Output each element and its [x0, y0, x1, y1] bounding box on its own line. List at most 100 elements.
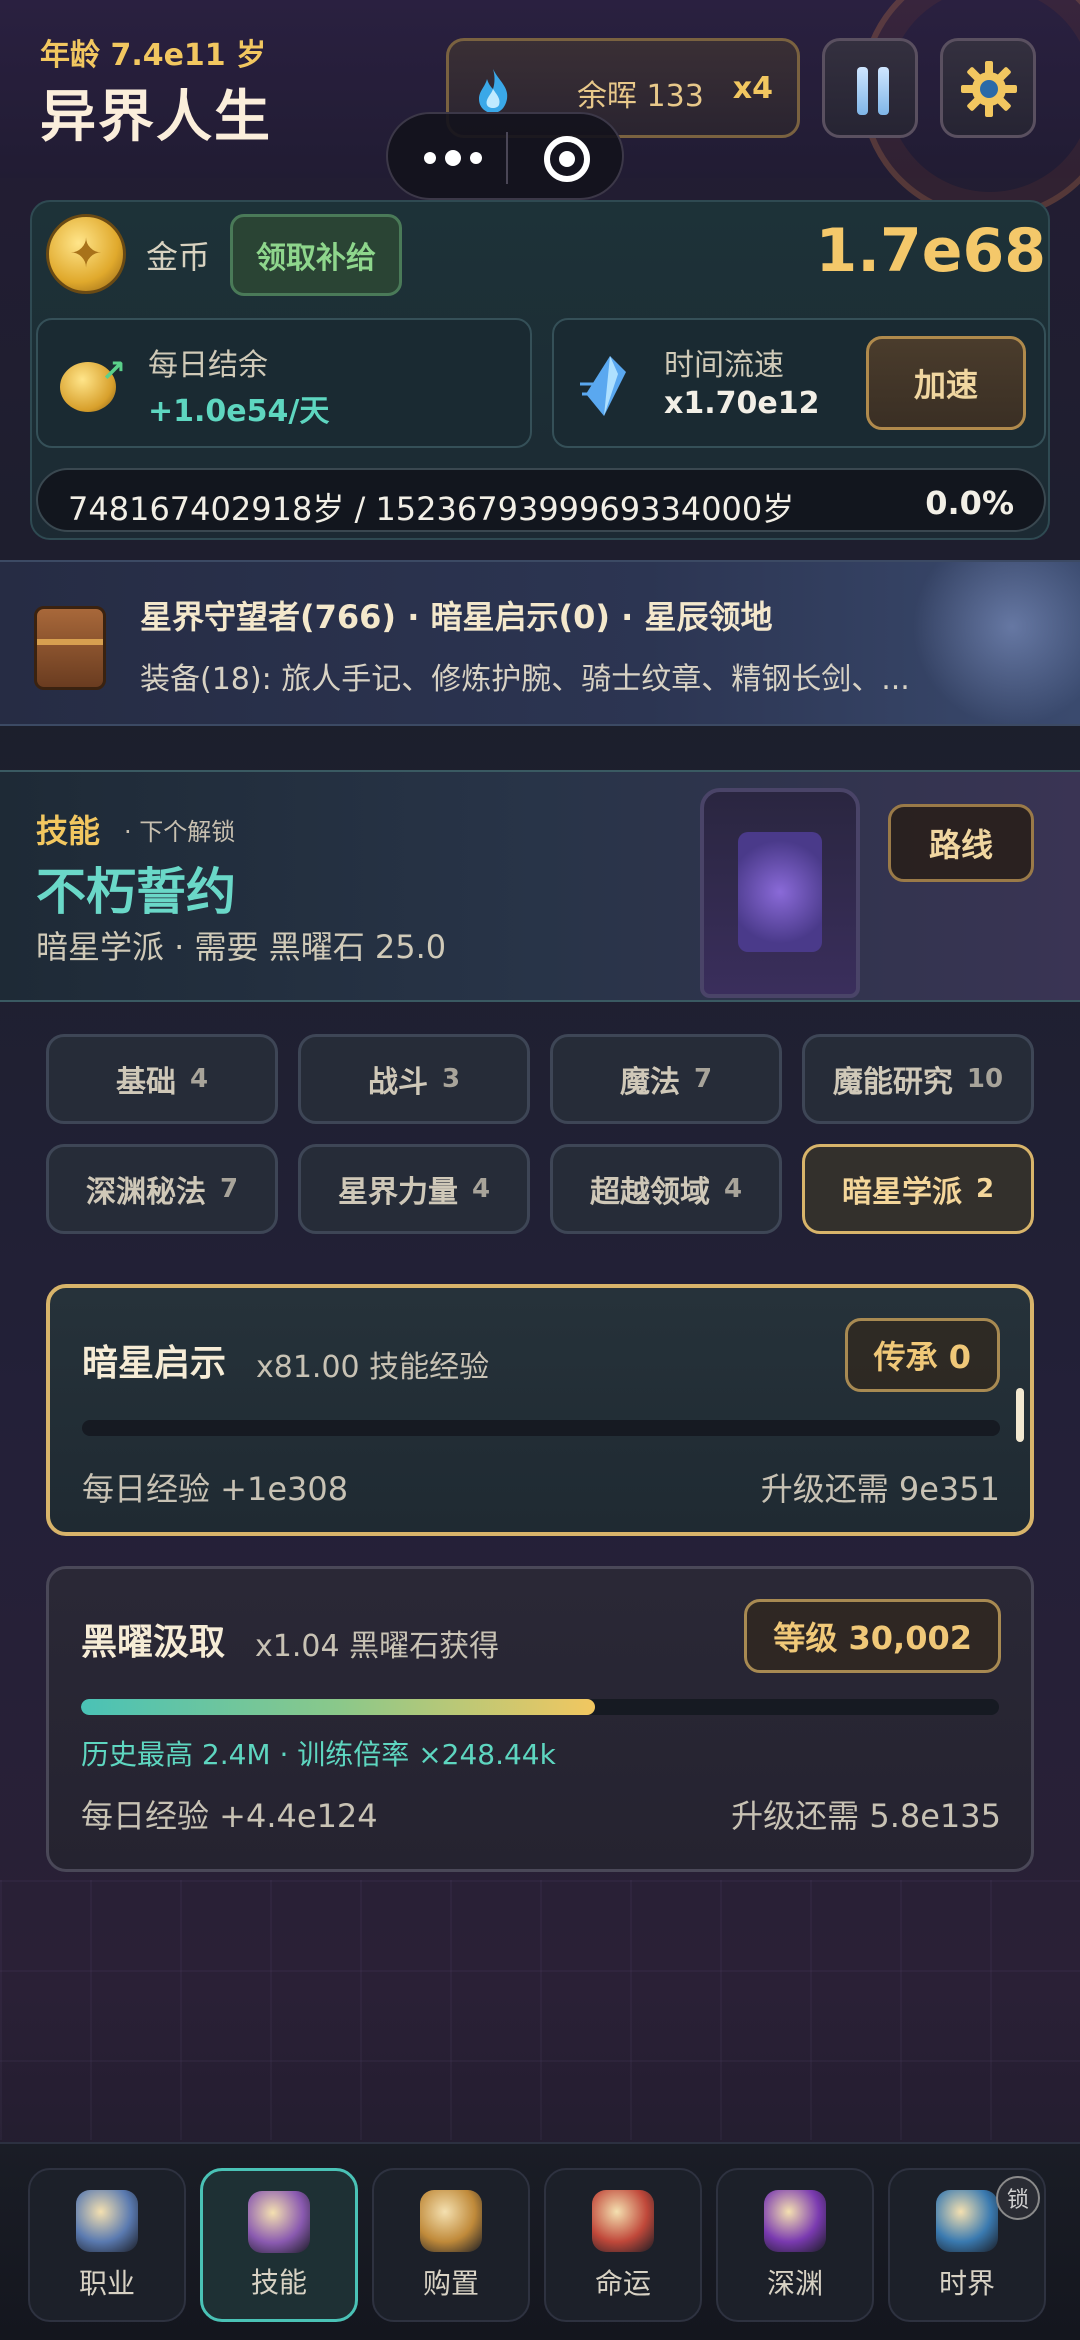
tab-label: 暗星学派 — [841, 1175, 962, 1210]
tab-arcane-research[interactable]: 魔能研究 10 — [802, 1034, 1034, 1124]
time-realm-icon — [936, 2190, 998, 2252]
pause-button[interactable] — [822, 38, 918, 138]
nav-abyss[interactable]: 深渊 — [716, 2168, 874, 2322]
crystal-icon — [580, 356, 626, 416]
daily-balance-card: 每日结余 +1.0e54/天 — [36, 318, 532, 448]
character-titles: 星界守望者(766) · 暗星启示(0) · 星辰领地 — [140, 598, 773, 636]
coin-growth-icon — [60, 354, 126, 412]
nav-label: 职业 — [78, 2267, 135, 2300]
tab-basic[interactable]: 基础 4 — [46, 1034, 278, 1124]
gold-label: 金币 — [146, 238, 211, 276]
skill-title: 暗星启示 — [82, 1343, 227, 1384]
capsule-divider — [506, 132, 508, 184]
treasure-bag-icon — [420, 2190, 482, 2252]
tab-magic[interactable]: 魔法 7 — [550, 1034, 782, 1124]
tab-count: 7 — [693, 1064, 713, 1094]
time-flow-card: 时间流速 x1.70e12 加速 — [552, 318, 1046, 448]
spellbook-icon — [248, 2191, 310, 2253]
bottom-navigation: 职业 技能 购置 命运 深渊 时界 锁 — [0, 2142, 1080, 2340]
abyss-crystal-icon — [764, 2190, 826, 2252]
tab-label: 战斗 — [367, 1065, 428, 1100]
nav-class[interactable]: 职业 — [28, 2168, 186, 2322]
level-badge: 等级 30,002 — [744, 1599, 1001, 1673]
fate-medallion-icon — [592, 2190, 654, 2252]
time-flow-label: 时间流速 — [664, 348, 784, 383]
tab-count: 4 — [189, 1064, 209, 1094]
skill-multiplier: x81.00 技能经验 — [256, 1350, 490, 1385]
skill-progress-bar — [81, 1699, 999, 1715]
tab-label: 深渊秘法 — [85, 1175, 206, 1210]
daily-xp: 每日经验 +1e308 — [82, 1470, 349, 1508]
next-skill-banner: 技能 · 下个解锁 不朽誓约 暗星学派 · 需要 黑曜石 25.0 路线 — [0, 770, 1080, 1002]
nav-label: 技能 — [250, 2266, 307, 2299]
skill-progress-fill — [81, 1699, 596, 1715]
next-unlock-label: · 下个解锁 — [124, 818, 236, 846]
skill-tag: 技能 — [36, 812, 101, 850]
nav-purchase[interactable]: 购置 — [372, 2168, 530, 2322]
daily-balance-label: 每日结余 — [148, 348, 268, 383]
skill-progress-bar — [82, 1420, 1000, 1436]
equipment-list: 装备(18): 旅人手记、修炼护腕、骑士纹章、精钢长剑、... — [140, 662, 910, 697]
tab-dark-star-school[interactable]: 暗星学派 2 — [802, 1144, 1034, 1234]
skill-card-obsidian-drain[interactable]: 黑曜汲取 x1.04 黑曜石获得 等级 30,002 历史最高 2.4M · 训… — [46, 1566, 1034, 1872]
resource-value: 余晖 133 — [577, 79, 704, 114]
nav-label: 时界 — [938, 2267, 995, 2300]
tab-count: 7 — [219, 1174, 239, 1204]
claim-supply-button[interactable]: 领取补给 — [230, 214, 402, 296]
character-panel[interactable]: 星界守望者(766) · 暗星启示(0) · 星辰领地 装备(18): 旅人手记… — [0, 560, 1080, 726]
tab-label: 星界力量 — [337, 1175, 458, 1210]
tab-label: 魔法 — [619, 1065, 680, 1100]
speed-up-button[interactable]: 加速 — [866, 336, 1026, 430]
pause-icon — [857, 67, 889, 115]
age-label: 年龄 7.4e11 岁 — [40, 38, 267, 73]
tab-label: 魔能研究 — [832, 1065, 953, 1100]
gold-value: 1.7e68 — [815, 216, 1046, 286]
nav-label: 深渊 — [766, 2267, 823, 2300]
hero-portrait — [910, 562, 1080, 724]
tab-count: 2 — [975, 1174, 995, 1204]
gold-coin-icon — [46, 214, 126, 294]
next-skill-name: 不朽誓约 — [36, 863, 236, 921]
flame-icon — [479, 69, 508, 113]
daily-balance-value: +1.0e54/天 — [148, 394, 330, 429]
upgrade-requirement: 升级还需 9e351 — [760, 1470, 1000, 1508]
tab-count: 4 — [471, 1174, 491, 1204]
nav-label: 命运 — [594, 2267, 651, 2300]
skill-card-dark-star-revelation[interactable]: 暗星启示 x81.00 技能经验 传承 0 每日经验 +1e308 升级还需 9… — [46, 1284, 1034, 1536]
nav-fate[interactable]: 命运 — [544, 2168, 702, 2322]
age-progress-percent: 0.0% — [925, 484, 1014, 522]
daily-xp: 每日经验 +4.4e124 — [81, 1797, 378, 1835]
close-target-icon[interactable] — [544, 136, 590, 182]
resource-multiplier: x4 — [732, 71, 773, 106]
shield-sword-icon — [76, 2190, 138, 2252]
tab-count: 4 — [723, 1174, 743, 1204]
tab-astral-power[interactable]: 星界力量 4 — [298, 1144, 530, 1234]
legacy-badge[interactable]: 传承 0 — [844, 1318, 1000, 1392]
background-grid — [0, 1880, 1080, 2140]
card-scroll-thumb[interactable] — [1016, 1388, 1024, 1442]
age-progress-bar: 748167402918岁 / 152367939996933400​0岁 0.… — [36, 468, 1046, 532]
tab-combat[interactable]: 战斗 3 — [298, 1034, 530, 1124]
nav-time-realm[interactable]: 时界 锁 — [888, 2168, 1046, 2322]
more-icon[interactable] — [418, 138, 488, 178]
age-progress-text: 748167402918岁 / 152367939996933400​0岁 — [68, 490, 795, 528]
tab-count: 3 — [441, 1064, 461, 1094]
time-flow-value: x1.70e12 — [664, 386, 820, 421]
tab-label: 超越领域 — [589, 1175, 710, 1210]
upgrade-requirement: 升级还需 5.8e135 — [731, 1797, 1001, 1835]
header: 年龄 7.4e11 岁 异界人生 余晖 133 x4 — [0, 0, 1080, 220]
gear-icon — [961, 61, 1017, 117]
skill-title: 黑曜汲取 — [81, 1622, 226, 1663]
tab-label: 基础 — [115, 1065, 176, 1100]
skill-multiplier: x1.04 黑曜石获得 — [255, 1629, 500, 1664]
tab-abyss-arts[interactable]: 深渊秘法 7 — [46, 1144, 278, 1234]
nav-skills[interactable]: 技能 — [200, 2168, 358, 2322]
settings-button[interactable] — [940, 38, 1036, 138]
route-button[interactable]: 路线 — [888, 804, 1034, 882]
gold-panel: 金币 领取补给 1.7e68 每日结余 +1.0e54/天 时间流速 x1.70… — [30, 200, 1050, 540]
tab-count: 10 — [966, 1064, 1004, 1094]
lock-icon: 锁 — [996, 2176, 1040, 2220]
mini-program-capsule — [386, 112, 624, 200]
next-skill-requirement: 暗星学派 · 需要 黑曜石 25.0 — [36, 928, 447, 966]
tab-transcendence[interactable]: 超越领域 4 — [550, 1144, 782, 1234]
